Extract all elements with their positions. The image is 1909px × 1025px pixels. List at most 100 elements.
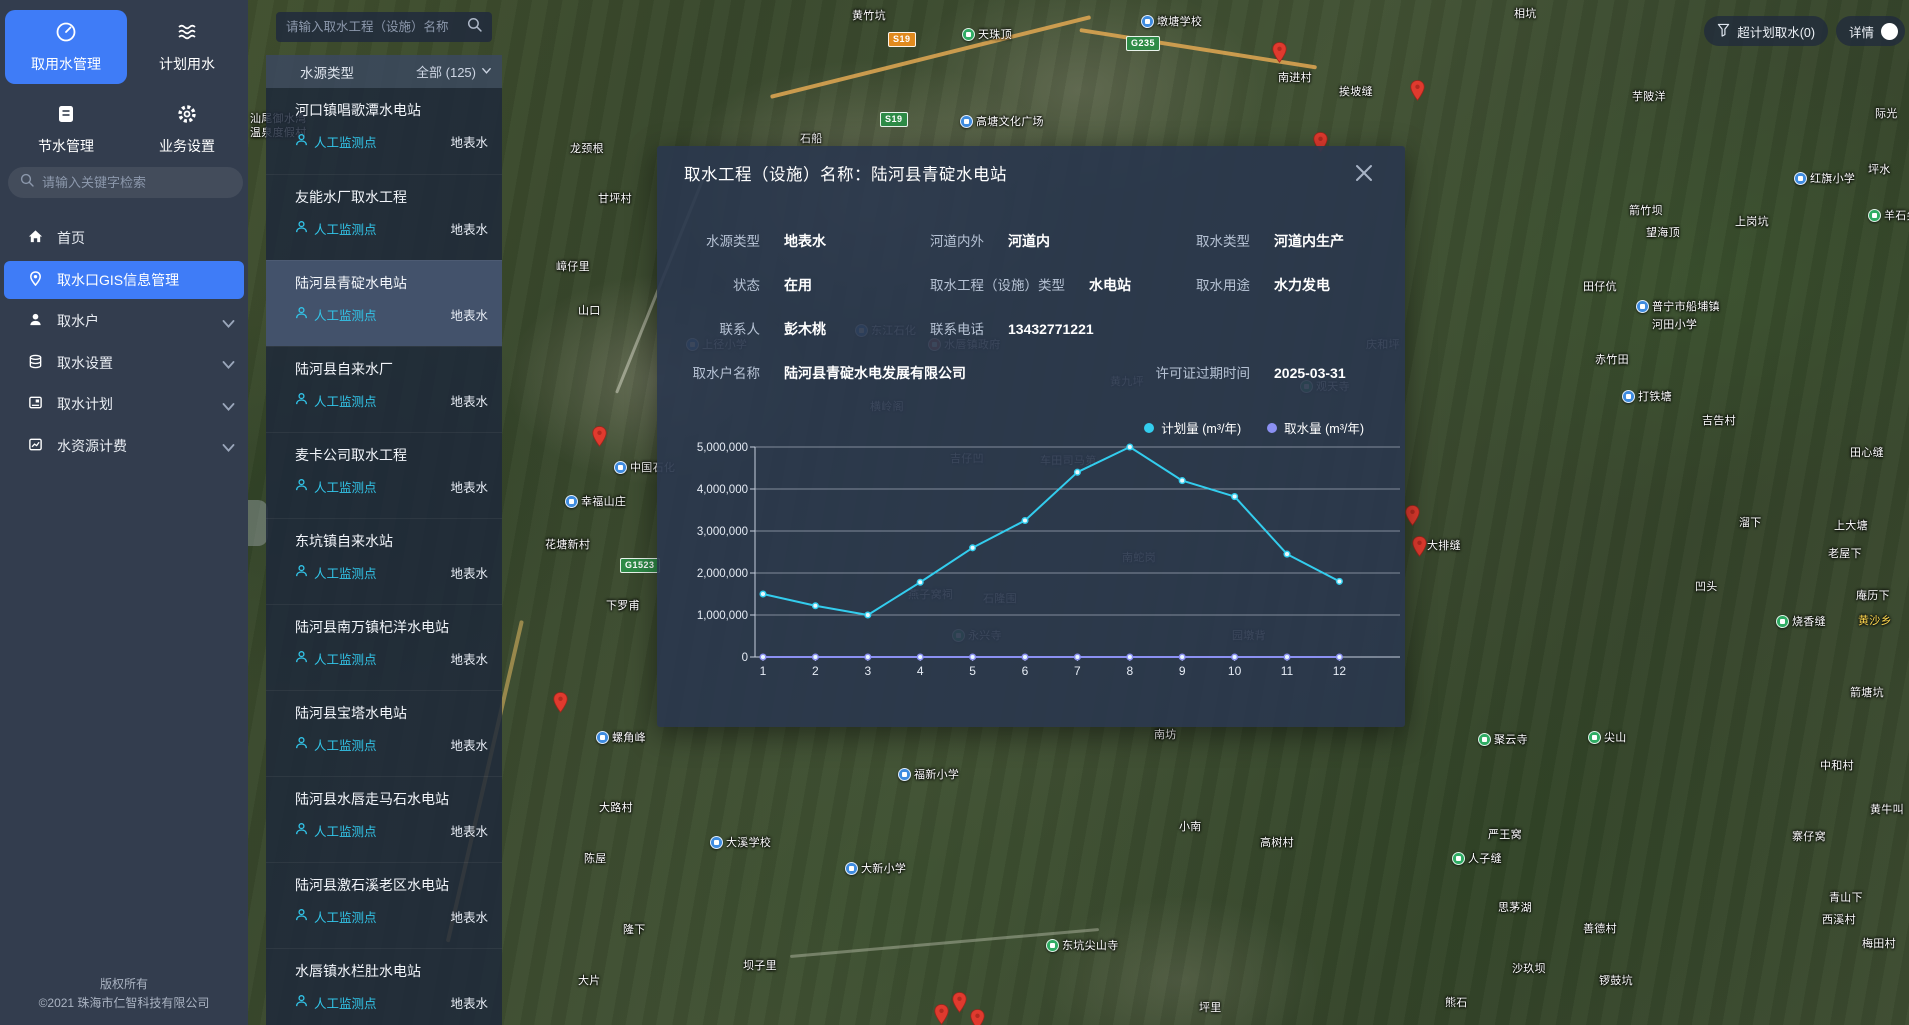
person-icon <box>295 822 308 840</box>
app-tile-4[interactable]: 业务设置 <box>126 92 248 166</box>
sidebar-item-5[interactable]: 取水计划 <box>4 385 244 423</box>
map-label: 羊石尖 <box>1868 207 1909 223</box>
chevron-down-icon <box>221 399 232 410</box>
sidebar-item-3[interactable]: 取水户 <box>4 302 244 340</box>
station-name: 麦卡公司取水工程 <box>295 445 488 465</box>
monitor-type-label: 人工监测点 <box>314 563 377 582</box>
person-icon <box>295 564 308 582</box>
app-tile-label: 取用水管理 <box>31 54 101 74</box>
map-label: 熊石 <box>1445 994 1468 1010</box>
map-label: 石船 <box>800 130 823 146</box>
map-label: 寨仔窝 <box>1792 828 1826 844</box>
map-label: 沙玖坝 <box>1512 960 1546 976</box>
app-tile-2[interactable]: 计划用水 <box>126 10 248 84</box>
map-label: 坝子里 <box>743 957 777 973</box>
map-label-text: 羊石尖 <box>1884 207 1909 223</box>
map-pin-icon[interactable] <box>1405 505 1420 526</box>
over-plan-badge[interactable]: 超计划取水(0) <box>1704 16 1828 46</box>
user-icon <box>28 312 43 330</box>
person-icon <box>295 306 308 324</box>
station-list-item[interactable]: 陆河县南万镇杞洋水电站人工监测点地表水 <box>266 604 502 690</box>
monitor-type-label: 人工监测点 <box>314 993 377 1012</box>
person-icon <box>295 650 308 668</box>
svg-text:7: 7 <box>1074 664 1081 678</box>
map-label: 嶂仔里 <box>556 258 590 274</box>
detail-toggle[interactable]: 详情 <box>1836 16 1905 46</box>
sidebar-item-2[interactable]: 取水口GIS信息管理 <box>4 261 244 299</box>
svg-text:12: 12 <box>1333 664 1347 678</box>
scenic-poi-icon <box>1868 209 1881 222</box>
map-label-text: 南进村 <box>1278 69 1312 85</box>
station-list-item[interactable]: 陆河县宝塔水电站人工监测点地表水 <box>266 690 502 776</box>
map-label: 螺角峰 <box>596 729 646 745</box>
map-pin-icon[interactable] <box>952 992 967 1013</box>
station-list-item[interactable]: 友能水厂取水工程人工监测点地表水 <box>266 174 502 260</box>
station-list-item[interactable]: 水唇镇水栏肚水电站人工监测点地表水 <box>266 948 502 1025</box>
station-list-item[interactable]: 陆河县自来水厂人工监测点地表水 <box>266 346 502 432</box>
map-label: 天珠顶 <box>962 26 1012 42</box>
app-tile-label: 业务设置 <box>159 136 215 156</box>
map-pin-icon[interactable] <box>1272 42 1287 63</box>
detail-toggle-label: 详情 <box>1849 22 1874 41</box>
map-label-text: 甘坪村 <box>598 190 632 206</box>
map-label: 西溪村 <box>1822 911 1856 927</box>
station-search-input[interactable] <box>286 20 461 34</box>
map-label: 芋陂洋 <box>1632 88 1666 104</box>
search-icon[interactable] <box>467 17 482 37</box>
source-type-filter[interactable]: 水源类型 全部 (125) <box>266 55 502 88</box>
toggle-knob[interactable] <box>1881 23 1898 40</box>
map-label-text: 南坊 <box>1154 726 1177 742</box>
svg-text:1,000,000: 1,000,000 <box>697 610 748 622</box>
map-pin-icon[interactable] <box>1410 80 1425 101</box>
map-label-text: 溜下 <box>1739 514 1762 530</box>
station-list-item[interactable]: 东坑镇自来水站人工监测点地表水 <box>266 518 502 604</box>
map-label-text: 吉告村 <box>1702 412 1736 428</box>
sidebar-search-input[interactable] <box>42 175 231 190</box>
map-pin-icon[interactable] <box>970 1009 985 1025</box>
svg-text:5,000,000: 5,000,000 <box>697 442 748 454</box>
map-pin-icon[interactable] <box>1412 536 1427 557</box>
station-list-item[interactable]: 陆河县水唇走马石水电站人工监测点地表水 <box>266 776 502 862</box>
station-list-item[interactable]: 河口镇唱歌潭水电站人工监测点地表水 <box>266 88 502 174</box>
map-pin-icon[interactable] <box>592 426 607 447</box>
svg-text:9: 9 <box>1179 664 1186 678</box>
map-label-text: 上岗坑 <box>1735 213 1769 229</box>
app-tile-1[interactable]: 取用水管理 <box>5 10 127 84</box>
map-label-text: 严王窝 <box>1488 826 1522 842</box>
app-tile-label: 节水管理 <box>38 136 94 156</box>
station-list-item[interactable]: 陆河县青碇水电站人工监测点地表水 <box>266 260 502 346</box>
station-name: 东坑镇自来水站 <box>295 531 488 551</box>
sidebar-item-label: 取水口GIS信息管理 <box>57 270 179 290</box>
station-meta: 人工监测点地表水 <box>295 391 488 410</box>
sidebar-item-4[interactable]: 取水设置 <box>4 344 244 382</box>
scenic-poi-icon <box>1046 939 1059 952</box>
station-list-item[interactable]: 陆河县激石溪老区水电站人工监测点地表水 <box>266 862 502 948</box>
map-label-text: 陈屋 <box>584 850 607 866</box>
panel-collapse-handle[interactable] <box>248 500 268 546</box>
funnel-icon <box>1717 23 1730 40</box>
sidebar-item-1[interactable]: 首页 <box>4 219 244 257</box>
map-label: 坪水 <box>1868 161 1891 177</box>
map-label: 尖山 <box>1588 729 1627 745</box>
sidebar-menu: 首页取水口GIS信息管理取水户取水设置取水计划水资源计费 <box>0 219 248 468</box>
sidebar-item-label: 水资源计费 <box>57 436 127 456</box>
sidebar-item-6[interactable]: 水资源计费 <box>4 427 244 465</box>
map-label: 下罗甫 <box>606 597 640 613</box>
station-name: 友能水厂取水工程 <box>295 187 488 207</box>
station-name: 陆河县自来水厂 <box>295 359 488 379</box>
svg-text:4,000,000: 4,000,000 <box>697 484 748 496</box>
map-label-text: 人子缝 <box>1468 850 1502 866</box>
map-label: 中和村 <box>1820 757 1854 773</box>
station-list-item[interactable]: 麦卡公司取水工程人工监测点地表水 <box>266 432 502 518</box>
app-tile-3[interactable]: 节水管理 <box>5 92 127 166</box>
svg-text:11: 11 <box>1281 664 1294 678</box>
map-pin-icon[interactable] <box>553 692 568 713</box>
map-pin-icon[interactable] <box>934 1004 949 1025</box>
person-icon <box>295 736 308 754</box>
map-label-text: 聚云寺 <box>1494 731 1528 747</box>
svg-text:0: 0 <box>742 652 748 664</box>
map-label-text: 坪水 <box>1868 161 1891 177</box>
map-label: 田心缝 <box>1850 444 1884 460</box>
map-label: 望海顶 <box>1646 224 1680 240</box>
map-label: 山口 <box>578 302 601 318</box>
